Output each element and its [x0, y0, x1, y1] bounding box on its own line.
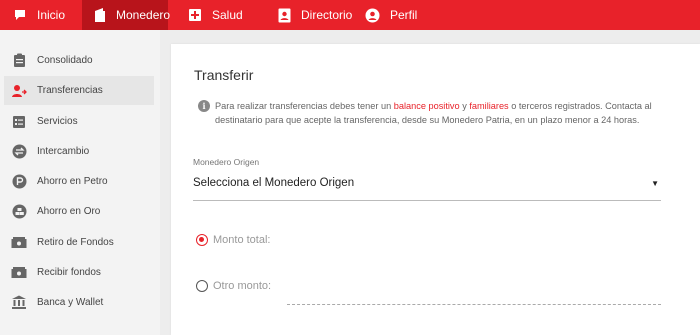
bank-icon	[11, 295, 27, 311]
chat-bubble-icon	[13, 8, 27, 22]
nav-item-directorio[interactable]: Directorio	[260, 0, 361, 30]
dropdown-arrow-icon: ▼	[651, 179, 659, 188]
exchange-icon	[11, 144, 27, 160]
sidebar-item-retiro-fondos[interactable]: Retiro de Fondos	[4, 228, 154, 257]
user-transfer-icon	[11, 83, 27, 99]
list-icon	[11, 114, 27, 130]
sidebar-item-banca-wallet[interactable]: Banca y Wallet	[4, 288, 154, 317]
otro-monto-radio[interactable]	[196, 280, 208, 292]
sidebar-item-label: Intercambio	[37, 146, 90, 157]
sidebar-item-label: Retiro de Fondos	[37, 237, 114, 248]
otro-monto-input[interactable]	[287, 301, 661, 305]
nav-item-perfil[interactable]: Perfil	[361, 0, 441, 30]
monto-total-radio[interactable]	[196, 234, 208, 246]
monto-total-label: Monto total:	[213, 234, 271, 246]
user-circle-icon	[365, 8, 380, 23]
gold-bars-icon	[11, 204, 27, 220]
transfer-card: Transferir i Para realizar transferencia…	[171, 44, 700, 335]
sidebar-item-label: Consolidado	[37, 55, 93, 66]
nav-label: Inicio	[37, 8, 66, 22]
sidebar-item-label: Recibir fondos	[37, 267, 101, 278]
sidebar-item-ahorro-petro[interactable]: Ahorro en Petro	[4, 167, 154, 196]
wallet-icon	[94, 7, 106, 23]
nav-label: Directorio	[301, 8, 353, 22]
nav-label: Perfil	[390, 8, 418, 22]
monto-total-option[interactable]: Monto total:	[196, 234, 270, 246]
sidebar-item-consolidado[interactable]: Consolidado	[4, 46, 154, 75]
info-message: Para realizar transferencias debes tener…	[215, 99, 655, 127]
contact-card-icon	[278, 8, 291, 23]
nav-label: Monedero	[116, 8, 171, 22]
sidebar-item-recibir-fondos[interactable]: Recibir fondos	[4, 258, 154, 287]
page-title: Transferir	[194, 67, 254, 83]
nav-item-inicio[interactable]: Inicio	[0, 0, 82, 30]
sidebar-item-intercambio[interactable]: Intercambio	[4, 137, 154, 166]
sidebar-item-ahorro-oro[interactable]: Ahorro en Oro	[4, 197, 154, 226]
petro-coin-icon	[11, 174, 27, 190]
sidebar-item-label: Ahorro en Petro	[37, 176, 108, 187]
money-withdraw-icon	[11, 235, 27, 251]
otro-monto-label: Otro monto:	[213, 280, 272, 292]
balance-positivo-link[interactable]: balance positivo	[394, 101, 460, 111]
info-icon: i	[198, 100, 210, 112]
otro-monto-option[interactable]: Otro monto:	[196, 280, 271, 292]
monedero-origen-label: Monedero Origen	[193, 157, 260, 167]
sidebar-item-label: Transferencias	[37, 85, 103, 96]
sidebar-item-label: Ahorro en Oro	[37, 206, 101, 217]
familiares-link[interactable]: familiares	[469, 101, 508, 111]
money-receive-icon	[11, 265, 27, 281]
sidebar-item-label: Servicios	[37, 116, 78, 127]
info-text-part: Para realizar transferencias debes tener…	[215, 101, 394, 111]
monedero-origen-value: Selecciona el Monedero Origen	[193, 177, 355, 189]
sidebar-item-transferencias[interactable]: Transferencias	[4, 76, 154, 105]
sidebar: Consolidado Transferencias Servicios Int…	[0, 30, 160, 335]
sidebar-item-servicios[interactable]: Servicios	[4, 107, 154, 136]
info-text-part: y	[459, 101, 470, 111]
nav-item-monedero[interactable]: Monedero	[82, 0, 171, 30]
nav-label: Salud	[212, 8, 243, 22]
medical-cross-icon	[188, 8, 202, 22]
top-navigation-bar: Inicio Monedero Salud Directorio Perfil	[0, 0, 700, 30]
monedero-origen-select[interactable]: Selecciona el Monedero Origen ▼	[193, 173, 661, 201]
clipboard-icon	[11, 53, 27, 69]
sidebar-item-label: Banca y Wallet	[37, 297, 104, 308]
nav-item-salud[interactable]: Salud	[168, 0, 260, 30]
